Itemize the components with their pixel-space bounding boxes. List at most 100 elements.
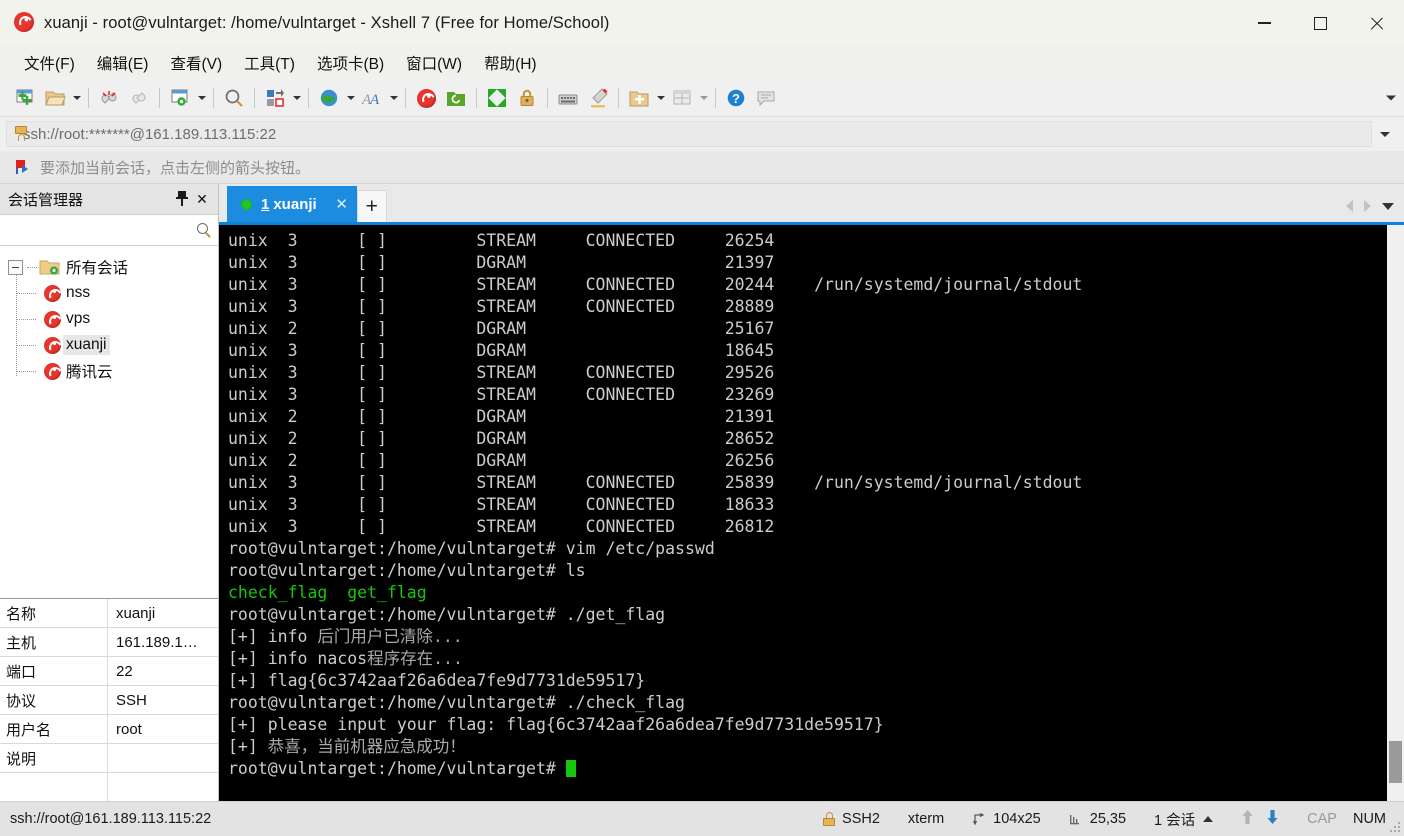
add-folder-icon[interactable] <box>624 83 654 113</box>
close-icon[interactable]: ✕ <box>192 188 212 210</box>
find-icon[interactable] <box>219 83 249 113</box>
keyboard-icon[interactable] <box>553 83 583 113</box>
globe-icon[interactable] <box>314 83 344 113</box>
comment-icon[interactable] <box>751 83 781 113</box>
xftp-icon[interactable] <box>441 83 471 113</box>
search-icon[interactable] <box>197 222 212 238</box>
property-key: 端口 <box>0 657 108 685</box>
toolbar-separator <box>308 88 309 108</box>
session-manager-header: 会话管理器 ✕ <box>0 184 218 214</box>
menu-help[interactable]: 帮助(H) <box>474 49 547 77</box>
session-properties-icon[interactable] <box>165 83 195 113</box>
address-input[interactable]: ssh://root:*******@161.189.113.115:22 <box>6 121 1372 147</box>
tab-scroll-left-icon[interactable] <box>1340 195 1358 217</box>
file-transfer-chevron-down-icon[interactable] <box>290 84 303 112</box>
terminal-line: unix 3 [ ] STREAM CONNECTED 20244 /run/s… <box>228 274 1386 296</box>
terminal-text: [+] info <box>228 627 318 646</box>
xshell-icon[interactable] <box>411 83 441 113</box>
font-chevron-down-icon[interactable] <box>387 84 400 112</box>
pin-icon[interactable] <box>172 188 192 210</box>
tab-navigation <box>1340 195 1400 217</box>
terminal-text: 后门用户已清除... <box>317 627 463 646</box>
terminal-text: unix 3 [ ] STREAM CONNECTED 28889 <box>228 297 775 316</box>
reconnect-icon[interactable] <box>124 83 154 113</box>
tab-status-dot-icon <box>241 198 252 210</box>
file-transfer-icon[interactable] <box>260 83 290 113</box>
menu-tools[interactable]: 工具(T) <box>234 49 305 77</box>
svg-text:A: A <box>369 92 380 108</box>
terminal-line: unix 2 [ ] DGRAM 25167 <box>228 318 1386 340</box>
disconnect-icon[interactable] <box>94 83 124 113</box>
terminal-line: unix 2 [ ] DGRAM 28652 <box>228 428 1386 450</box>
status-bar: ssh://root@161.189.113.115:22 SSH2 xterm… <box>0 801 1404 836</box>
menu-edit[interactable]: 编辑(E) <box>87 49 159 77</box>
tab-close-icon[interactable]: ✕ <box>333 195 351 213</box>
menu-window[interactable]: 窗口(W) <box>396 49 472 77</box>
tree-expander-icon[interactable] <box>8 259 23 275</box>
minimize-button[interactable] <box>1236 0 1292 46</box>
open-folder-chevron-down-icon[interactable] <box>70 84 83 112</box>
new-session-icon[interactable] <box>10 83 40 113</box>
tab-xuanji[interactable]: 1 xuanji ✕ <box>227 186 357 222</box>
layout-chevron-down-icon[interactable] <box>697 84 710 112</box>
menu-file[interactable]: 文件(F) <box>14 49 85 77</box>
close-button[interactable] <box>1348 0 1404 46</box>
tab-list-chevron-icon[interactable] <box>1376 195 1400 217</box>
property-row: 用户名 root <box>0 715 218 744</box>
status-upload <box>1241 809 1254 829</box>
highlight-icon[interactable] <box>583 83 613 113</box>
session-item-tencent-cloud[interactable]: 腾讯云 <box>0 358 218 384</box>
session-search-box[interactable] <box>0 214 218 246</box>
folder-settings-icon <box>39 260 60 275</box>
session-manager-panel: 会话管理器 ✕ 所有会话 nss vps xuanji 腾讯云 名称 xuanj… <box>0 184 219 801</box>
menu-tabs[interactable]: 选项卡(B) <box>307 49 394 77</box>
status-terminal-type: xterm <box>908 811 944 827</box>
terminal-line: check_flag get_flag <box>228 582 1386 604</box>
font-icon[interactable]: A A <box>357 83 387 113</box>
lock-icon[interactable] <box>512 83 542 113</box>
fullscreen-icon[interactable] <box>482 83 512 113</box>
resize-grip[interactable] <box>1389 821 1401 833</box>
session-item-xuanji[interactable]: xuanji <box>0 332 218 358</box>
terminal-scrollbar[interactable] <box>1386 225 1404 801</box>
maximize-button[interactable] <box>1292 0 1348 46</box>
property-value: 22 <box>116 662 133 680</box>
add-folder-chevron-down-icon[interactable] <box>654 84 667 112</box>
toolbar-separator <box>547 88 548 108</box>
globe-chevron-down-icon[interactable] <box>344 84 357 112</box>
terminal-text: root@vulntarget:/home/vulntarget# ./get_… <box>228 605 666 624</box>
terminal-text: [+] <box>228 737 268 756</box>
help-icon[interactable]: ? <box>721 83 751 113</box>
session-item-vps[interactable]: vps <box>0 306 218 332</box>
session-properties-chevron-down-icon[interactable] <box>195 84 208 112</box>
status-download <box>1266 809 1279 829</box>
status-terminal-type-label: xterm <box>907 811 945 827</box>
layout-icon[interactable] <box>667 83 697 113</box>
tree-node-all-sessions[interactable]: 所有会话 <box>0 254 218 280</box>
terminal-line: unix 2 [ ] DGRAM 21391 <box>228 406 1386 428</box>
tab-number: 1 <box>261 195 270 213</box>
terminal-line: root@vulntarget:/home/vulntarget# <box>228 758 1386 780</box>
terminal-text: [+] please input your flag: flag{6c3742a… <box>228 715 884 734</box>
address-dropdown-chevron-icon[interactable] <box>1372 131 1398 137</box>
tab-scroll-right-icon[interactable] <box>1358 195 1376 217</box>
flag-icon <box>14 159 30 175</box>
terminal-text: root@vulntarget:/home/vulntarget# ./chec… <box>228 693 685 712</box>
scrollbar-thumb[interactable] <box>1389 741 1402 783</box>
property-value: xuanji <box>116 604 156 622</box>
session-count-chevron-up-icon[interactable] <box>1203 816 1214 822</box>
open-folder-icon[interactable] <box>40 83 70 113</box>
status-connection: ssh://root@161.189.113.115:22 <box>10 811 212 827</box>
terminal-text: unix 2 [ ] DGRAM 25167 <box>228 319 775 338</box>
menu-view[interactable]: 查看(V) <box>160 49 232 77</box>
toolbar-separator <box>159 88 160 108</box>
terminal-line: root@vulntarget:/home/vulntarget# ./chec… <box>228 692 1386 714</box>
toolbar-separator <box>88 88 89 108</box>
property-value: SSH <box>116 691 147 709</box>
new-tab-button[interactable]: + <box>356 190 387 222</box>
address-bar: ssh://root:*******@161.189.113.115:22 <box>0 117 1404 151</box>
session-item-nss[interactable]: nss <box>0 280 218 306</box>
terminal-output[interactable]: unix 3 [ ] STREAM CONNECTED 26254 unix 3 … <box>220 225 1386 801</box>
status-session-count[interactable]: 1 会话 <box>1154 809 1214 830</box>
toolbar-overflow-chevron-icon[interactable] <box>1386 95 1396 101</box>
